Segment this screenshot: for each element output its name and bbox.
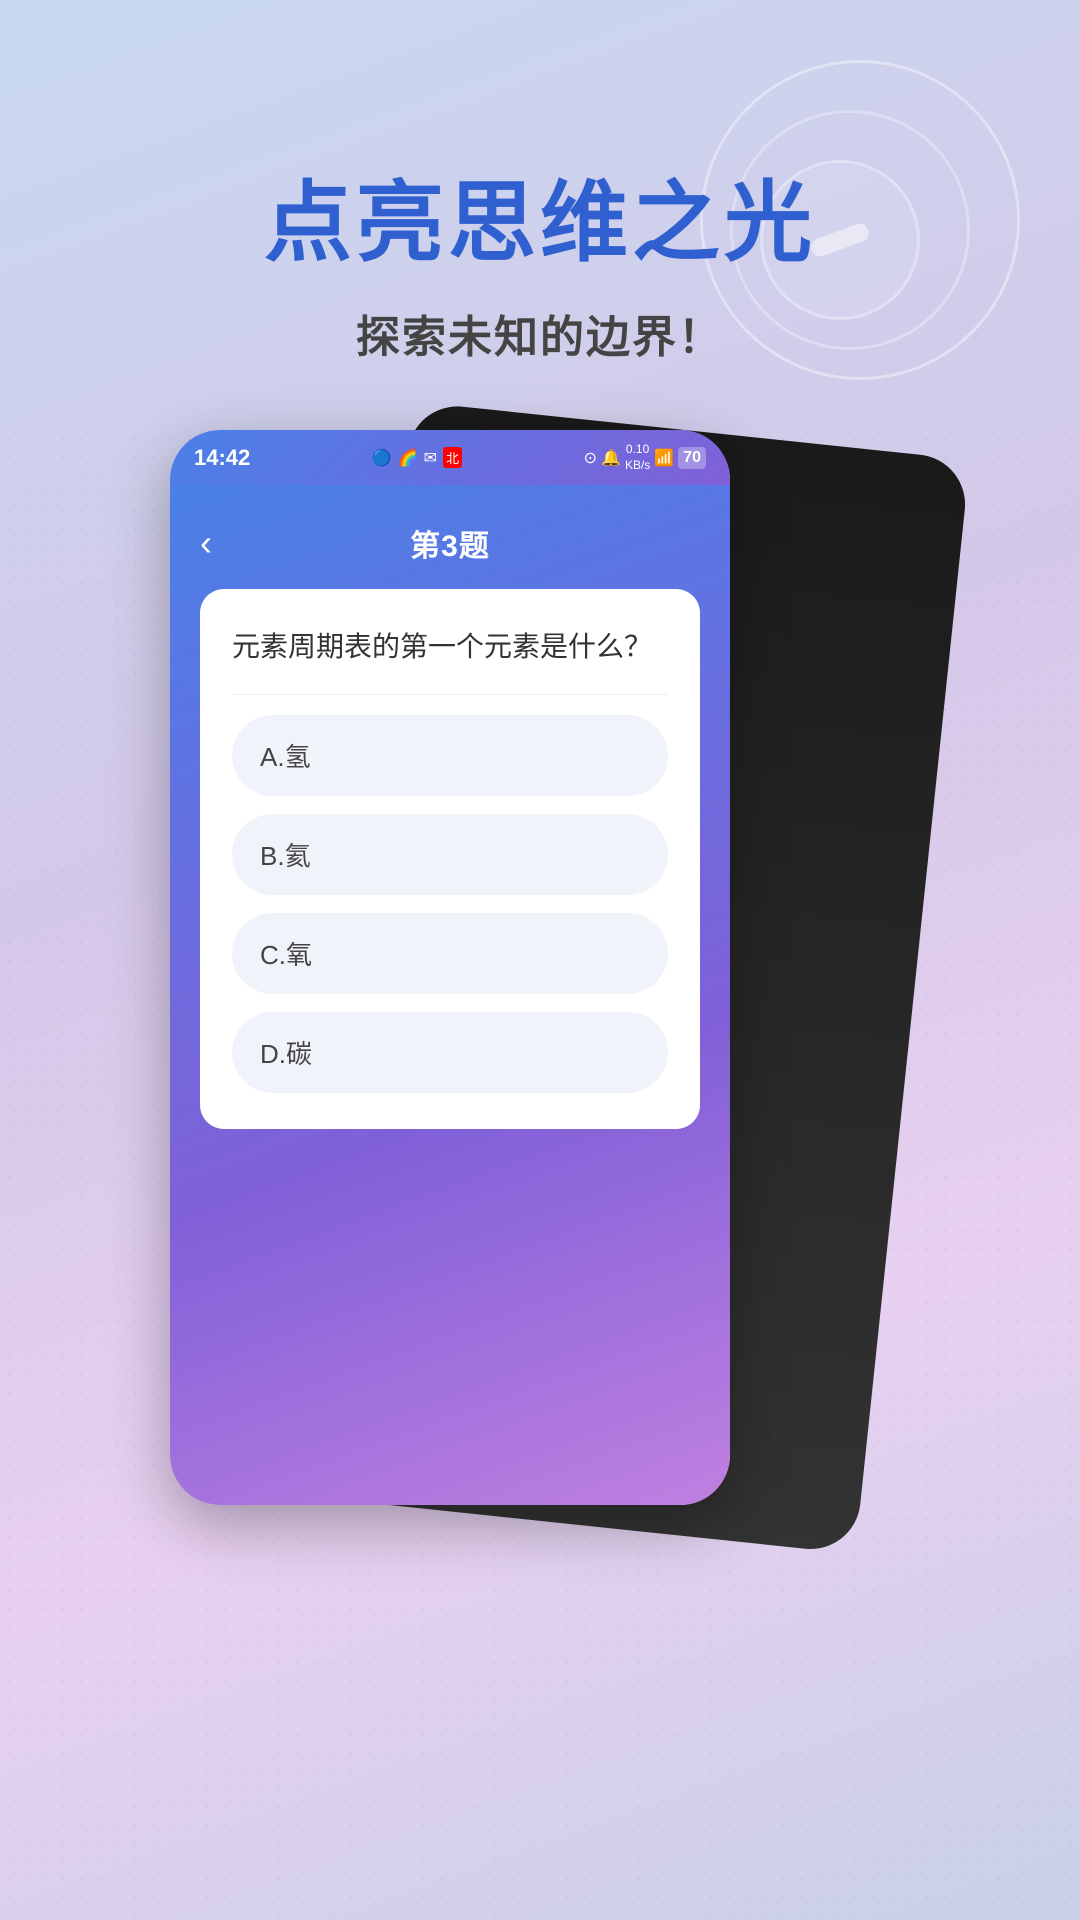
status-bar: 14:42 🔵 🌈 ✉ 北 ⊙ 🔔 0.10 KB/s 📶 70 <box>170 430 730 485</box>
answer-option-b[interactable]: B.氦 <box>232 814 668 895</box>
answer-option-d[interactable]: D.碳 <box>232 1012 668 1093</box>
wifi-icon: 📶 <box>654 448 674 468</box>
answer-label-b: B.氦 <box>260 841 311 871</box>
mail-icon: ✉ <box>424 448 437 468</box>
question-divider <box>232 694 668 695</box>
answer-option-c[interactable]: C.氧 <box>232 913 668 994</box>
answer-label-a: A.氢 <box>260 742 311 772</box>
question-text: 元素周期表的第一个元素是什么？ <box>232 625 668 670</box>
promo-icon: 北 <box>443 447 462 468</box>
status-icons: 🔵 🌈 ✉ 北 <box>372 447 462 468</box>
app-background: ‹ 第3题 元素周期表的第一个元素是什么？ A.氢 B.氦 C.氧 D.碳 <box>170 485 730 1505</box>
answer-label-d: D.碳 <box>260 1039 312 1069</box>
battery-indicator: 70 <box>678 447 706 469</box>
answer-label-c: C.氧 <box>260 940 312 970</box>
sub-title: 探索未知的边界！ <box>356 301 724 365</box>
answer-option-a[interactable]: A.氢 <box>232 715 668 796</box>
network-speed: 0.10 KB/s <box>625 442 650 473</box>
nav-bar: ‹ 第3题 <box>200 505 700 589</box>
phone-main: 14:42 🔵 🌈 ✉ 北 ⊙ 🔔 0.10 KB/s 📶 70 ‹ <box>170 430 730 1505</box>
vpn-icon: ⊙ <box>584 448 597 468</box>
phone-wrapper: 14:42 🔵 🌈 ✉ 北 ⊙ 🔔 0.10 KB/s 📶 70 ‹ <box>130 430 950 1505</box>
status-right: ⊙ 🔔 0.10 KB/s 📶 70 <box>584 442 706 473</box>
alarm-icon: 🔔 <box>601 448 621 468</box>
main-title: 点亮思维之光 <box>264 175 816 272</box>
status-time: 14:42 <box>194 445 250 471</box>
color-icon: 🌈 <box>398 448 418 468</box>
question-card: 元素周期表的第一个元素是什么？ A.氢 B.氦 C.氧 D.碳 <box>200 589 700 1129</box>
top-section: 点亮思维之光 探索未知的边界！ <box>0 0 1080 480</box>
notification-icon: 🔵 <box>372 448 392 468</box>
question-number-title: 第3题 <box>410 521 490 565</box>
back-button[interactable]: ‹ <box>200 522 212 564</box>
